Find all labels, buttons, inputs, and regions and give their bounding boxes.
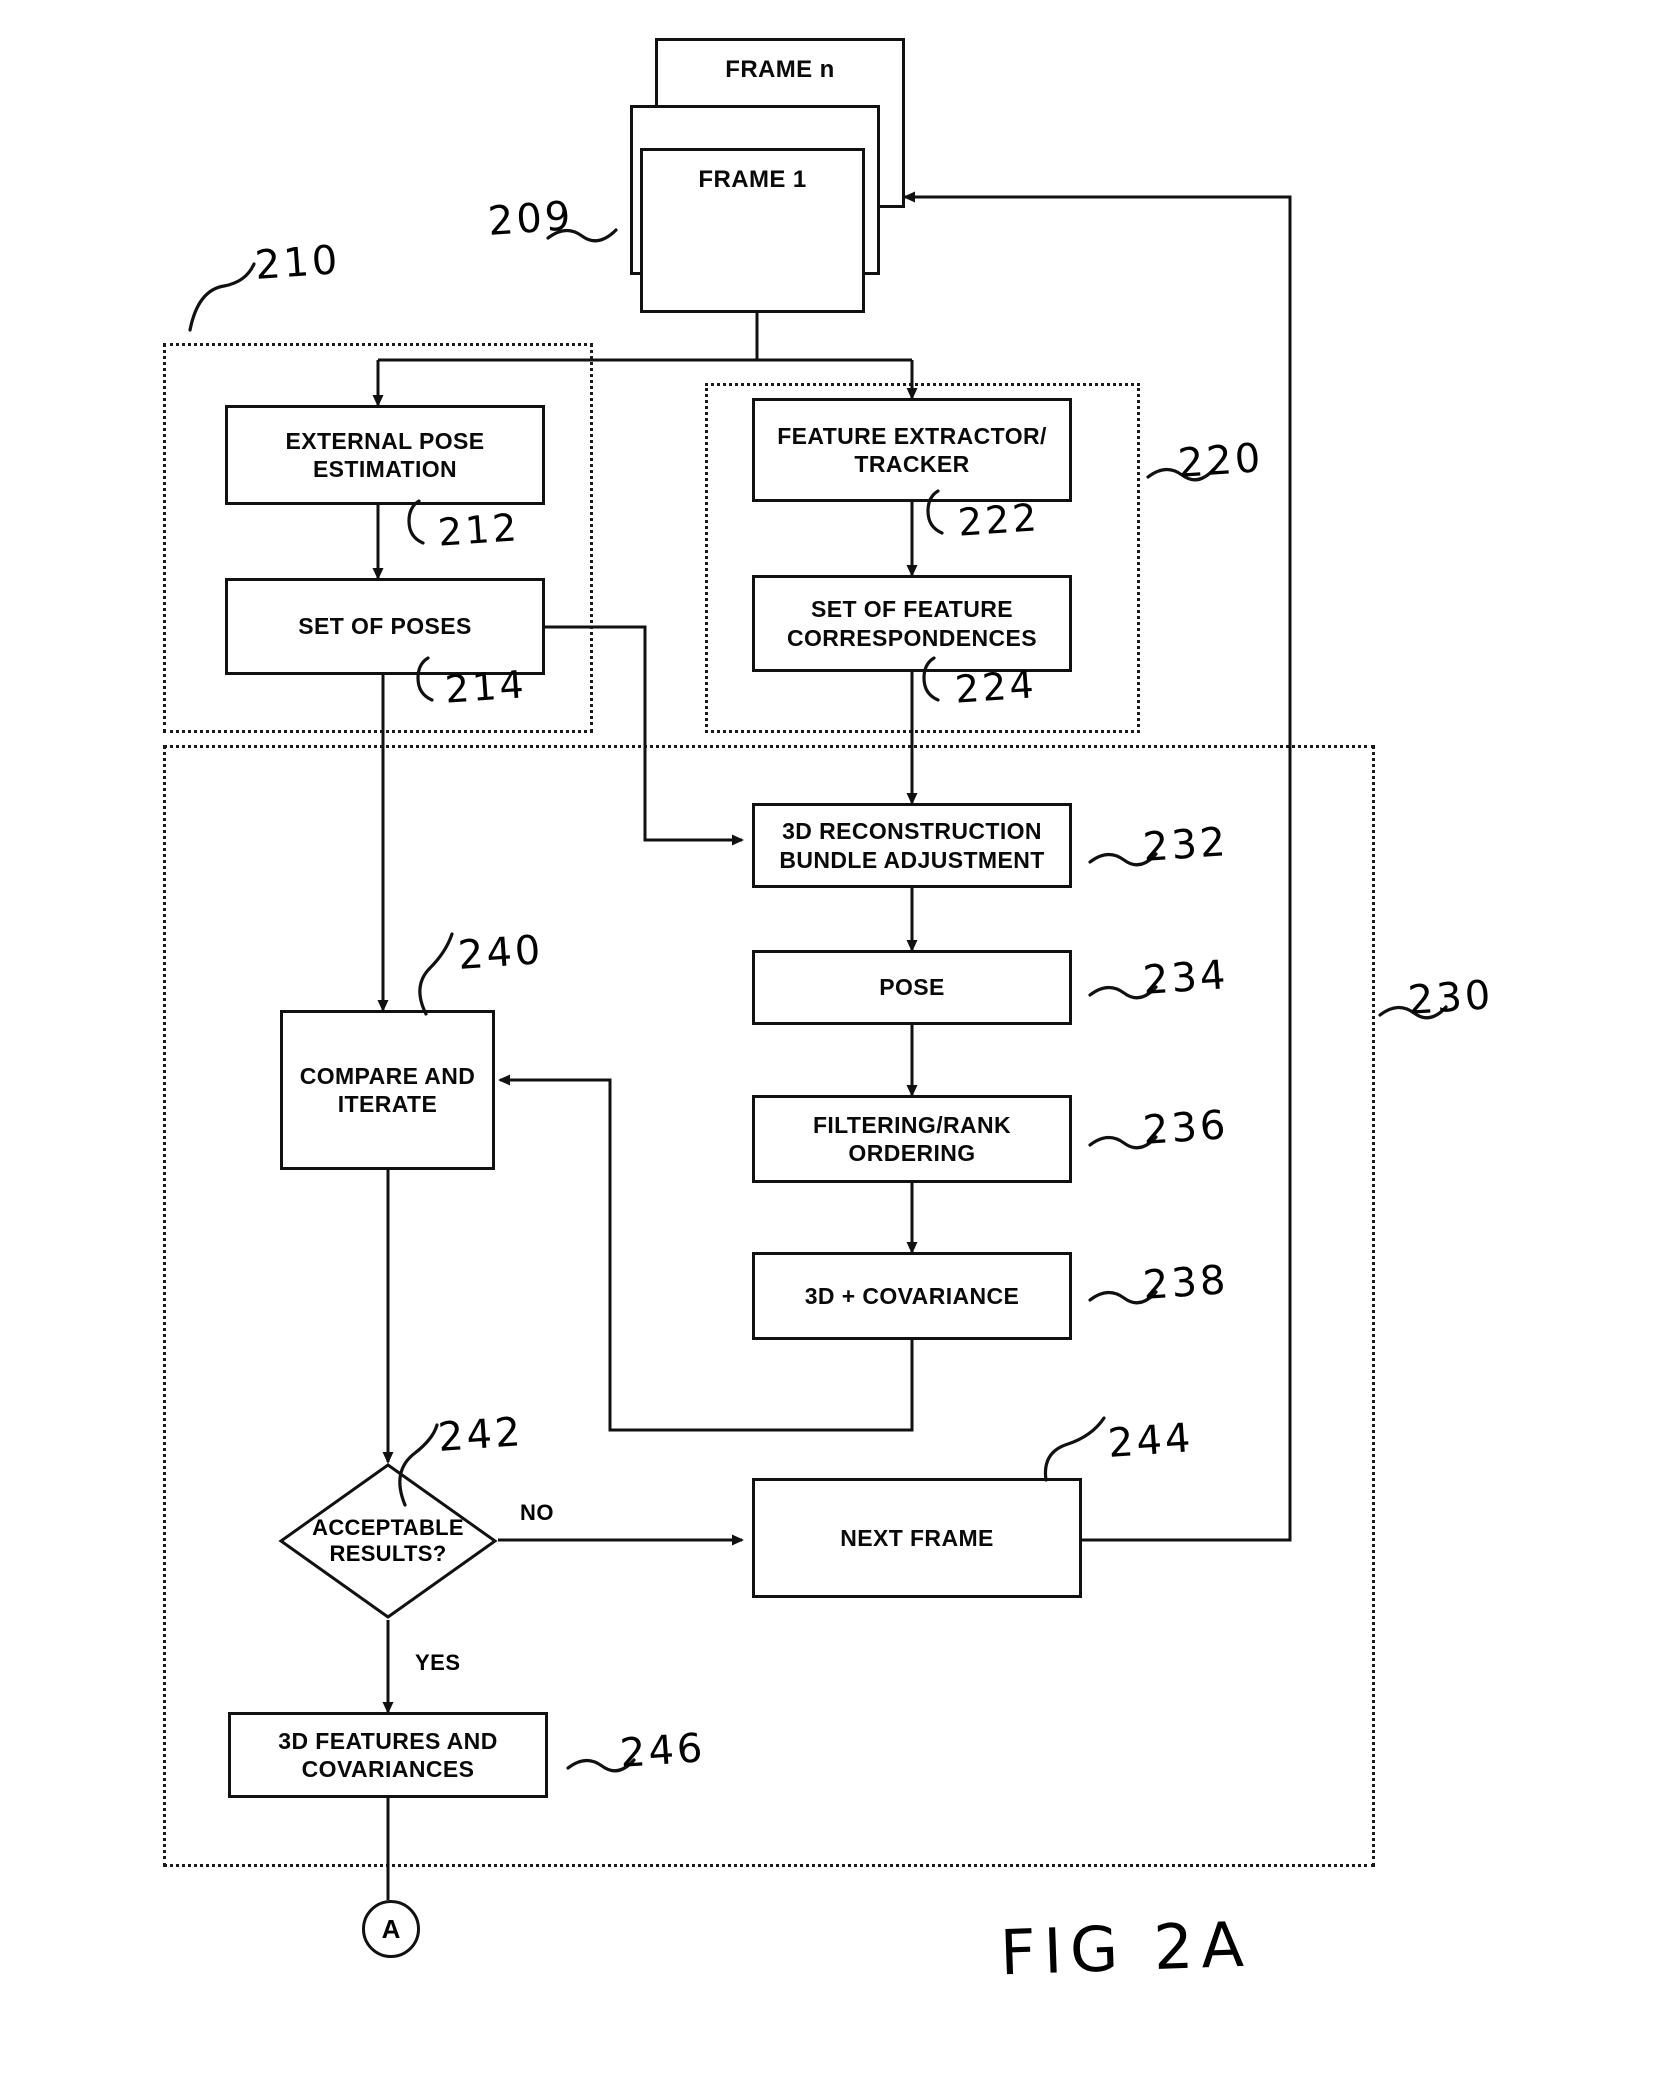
ref-236: 236 — [1141, 1102, 1230, 1154]
feature-extractor-tracker-box[interactable]: FEATURE EXTRACTOR/ TRACKER — [752, 398, 1072, 502]
patent-figure-page: FRAME n FRAME 1 EXTERNAL POSE ESTIMATION… — [0, 0, 1667, 2073]
ref-234: 234 — [1141, 952, 1230, 1004]
bundle-adjustment-label: 3D RECONSTRUCTION BUNDLE ADJUSTMENT — [779, 818, 1045, 873]
figure-caption-text: FIG 2A — [998, 1907, 1253, 1990]
three-d-covariance-label: 3D + COVARIANCE — [804, 1282, 1020, 1309]
next-frame-box[interactable]: NEXT FRAME — [752, 1478, 1082, 1598]
set-of-poses-box[interactable]: SET OF POSES — [225, 578, 545, 675]
edge-label-yes: YES — [415, 1650, 461, 1676]
ref-244: 244 — [1106, 1415, 1195, 1467]
ref-230: 230 — [1406, 972, 1495, 1024]
set-of-feature-correspondences-box[interactable]: SET OF FEATURE CORRESPONDENCES — [752, 575, 1072, 672]
three-d-features-and-covariances-box[interactable]: 3D FEATURES AND COVARIANCES — [228, 1712, 548, 1798]
ref-240: 240 — [456, 927, 545, 979]
filtering-rank-ordering-box[interactable]: FILTERING/RANK ORDERING — [752, 1095, 1072, 1183]
external-pose-estimation-box[interactable]: EXTERNAL POSE ESTIMATION — [225, 405, 545, 505]
frame-1-label: FRAME 1 — [698, 166, 807, 193]
three-d-covariance-box[interactable]: 3D + COVARIANCE — [752, 1252, 1072, 1340]
pose-box[interactable]: POSE — [752, 950, 1072, 1025]
connector-a-label: A — [381, 1913, 401, 1944]
yes-text: YES — [415, 1650, 461, 1675]
feature-extractor-tracker-label: FEATURE EXTRACTOR/ TRACKER — [777, 422, 1047, 477]
filtering-rank-ordering-label: FILTERING/RANK ORDERING — [812, 1111, 1012, 1166]
ref-222: 222 — [956, 495, 1041, 545]
ref-242: 242 — [436, 1409, 525, 1461]
ref-224: 224 — [953, 662, 1038, 712]
connector-a-circle[interactable]: A — [362, 1900, 420, 1958]
next-frame-label: NEXT FRAME — [840, 1524, 994, 1551]
ref-209: 209 — [486, 193, 575, 245]
three-d-features-and-covariances-label: 3D FEATURES AND COVARIANCES — [278, 1727, 498, 1782]
figure-caption: FIG 2A — [999, 1908, 1253, 1990]
ref-210: 210 — [253, 237, 342, 289]
frame-n-label: FRAME n — [725, 56, 835, 83]
ref-246: 246 — [618, 1725, 707, 1777]
ref-232: 232 — [1141, 819, 1230, 871]
compare-and-iterate-label: COMPARE AND ITERATE — [299, 1062, 476, 1117]
frame-1-box[interactable]: FRAME 1 — [640, 148, 865, 313]
ref-214: 214 — [443, 662, 528, 712]
set-of-poses-label: SET OF POSES — [298, 613, 472, 640]
set-of-feature-correspondences-label: SET OF FEATURE CORRESPONDENCES — [786, 596, 1038, 651]
ref-212: 212 — [436, 505, 521, 555]
compare-and-iterate-box[interactable]: COMPARE AND ITERATE — [280, 1010, 495, 1170]
ref-220: 220 — [1176, 435, 1265, 487]
edge-label-no: NO — [520, 1500, 554, 1526]
pose-label: POSE — [879, 974, 945, 1001]
bundle-adjustment-box[interactable]: 3D RECONSTRUCTION BUNDLE ADJUSTMENT — [752, 803, 1072, 888]
acceptable-results-label: ACCEPTABLE RESULTS? — [312, 1514, 464, 1566]
acceptable-results-diamond[interactable]: ACCEPTABLE RESULTS? — [278, 1462, 498, 1620]
ref-238: 238 — [1141, 1257, 1230, 1309]
no-text: NO — [520, 1500, 554, 1525]
external-pose-estimation-label: EXTERNAL POSE ESTIMATION — [285, 427, 485, 482]
